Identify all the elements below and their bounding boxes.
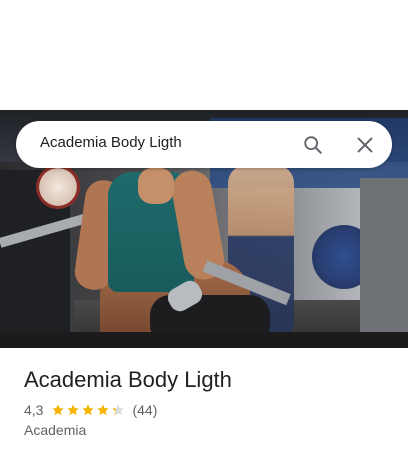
photo-sign	[36, 165, 80, 209]
close-icon[interactable]	[354, 134, 376, 156]
photo-bench	[0, 332, 408, 348]
search-bar[interactable]: Academia Body Ligth	[16, 121, 392, 168]
rating-value: 4,3	[24, 402, 44, 418]
star-icon	[97, 404, 110, 416]
star-icon	[82, 404, 95, 416]
search-input[interactable]: Academia Body Ligth	[40, 134, 182, 151]
place-title[interactable]: Academia Body Ligth	[24, 367, 232, 393]
review-count[interactable]: (44)	[132, 402, 157, 418]
star-icon	[52, 404, 65, 416]
star-icon	[112, 404, 125, 416]
place-category: Academia	[24, 422, 87, 438]
photo-frame-right	[360, 178, 408, 338]
rating-row[interactable]: 4,3 (44)	[24, 401, 157, 419]
star-icon	[67, 404, 80, 416]
photo-person-hand	[138, 168, 174, 204]
rating-stars	[51, 403, 126, 417]
search-icon[interactable]	[302, 134, 324, 156]
top-blank-area	[0, 0, 408, 110]
